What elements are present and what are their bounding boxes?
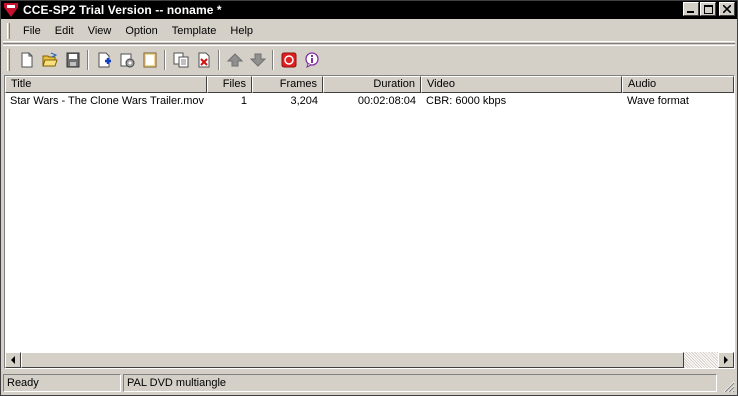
copy-button[interactable]: [169, 49, 192, 71]
menu-template[interactable]: Template: [165, 22, 224, 40]
toolbar-divider: [164, 49, 166, 70]
close-icon: [723, 5, 731, 13]
row-duration: 00:02:08:04: [357, 95, 416, 107]
scroll-right-button[interactable]: [718, 352, 734, 368]
move-up-button[interactable]: [223, 49, 246, 71]
settings-button[interactable]: [115, 49, 138, 71]
open-icon: [41, 52, 58, 66]
record-icon: [281, 52, 296, 67]
menu-file[interactable]: File: [16, 22, 48, 40]
menu-help[interactable]: Help: [223, 22, 260, 40]
menu-edit[interactable]: Edit: [48, 22, 81, 40]
save-button[interactable]: [61, 49, 84, 71]
row-audio: Wave format: [627, 95, 689, 107]
column-title[interactable]: Title: [5, 76, 207, 93]
maximize-button[interactable]: [700, 2, 716, 16]
record-button[interactable]: [277, 49, 300, 71]
column-frames[interactable]: Frames: [252, 76, 323, 93]
minimize-button[interactable]: [683, 2, 699, 16]
move-down-button[interactable]: [246, 49, 269, 71]
menu-option[interactable]: Option: [118, 22, 164, 40]
add-icon: [98, 52, 111, 67]
status-text: Ready: [3, 374, 121, 392]
notepad-icon: [143, 52, 156, 67]
column-duration[interactable]: Duration: [323, 76, 421, 93]
resize-grip-icon[interactable]: [721, 379, 735, 393]
column-video[interactable]: Video: [421, 76, 622, 93]
menu-bar: File Edit View Option Template Help: [3, 21, 735, 42]
delete-icon: [198, 52, 209, 67]
arrow-right-icon: [724, 356, 728, 364]
move-up-icon: [226, 52, 243, 66]
menu-view[interactable]: View: [81, 22, 119, 40]
toolbar: [3, 45, 735, 73]
new-button[interactable]: [15, 49, 38, 71]
file-list[interactable]: Title Files Frames Duration Video Audio …: [4, 75, 735, 369]
status-bar: Ready PAL DVD multiangle: [3, 373, 735, 393]
arrow-left-icon: [11, 356, 15, 364]
new-icon: [21, 52, 32, 67]
toolbar-divider: [218, 49, 220, 70]
column-files[interactable]: Files: [207, 76, 252, 93]
row-video: CBR: 6000 kbps: [426, 95, 507, 107]
scroll-left-button[interactable]: [5, 352, 21, 368]
horizontal-scrollbar[interactable]: [5, 352, 734, 368]
copy-icon: [173, 52, 188, 67]
open-button[interactable]: [38, 49, 61, 71]
add-button[interactable]: [92, 49, 115, 71]
menubar-grip[interactable]: [7, 23, 10, 39]
minimize-icon: [687, 11, 694, 13]
row-files: 1: [240, 95, 247, 107]
app-window: CCE-SP2 Trial Version -- noname * File E…: [0, 0, 738, 396]
settings-icon: [120, 53, 134, 67]
delete-button[interactable]: [192, 49, 215, 71]
window-title: CCE-SP2 Trial Version -- noname *: [23, 3, 222, 17]
status-mode: PAL DVD multiangle: [123, 374, 717, 392]
notepad-button[interactable]: [138, 49, 161, 71]
toolbar-separator: [3, 43, 735, 44]
app-logo-icon[interactable]: [3, 2, 19, 18]
column-audio[interactable]: Audio: [622, 76, 734, 93]
title-bar[interactable]: CCE-SP2 Trial Version -- noname *: [1, 1, 737, 19]
info-icon: [304, 51, 319, 68]
save-icon: [66, 52, 79, 67]
row-frames: 3,204: [290, 95, 318, 107]
window-controls: [683, 2, 735, 16]
list-header: Title Files Frames Duration Video Audio: [5, 76, 734, 93]
toolbar-grip[interactable]: [7, 48, 10, 71]
scroll-thumb[interactable]: [21, 352, 684, 368]
scroll-track[interactable]: [21, 352, 718, 368]
close-button[interactable]: [719, 2, 735, 16]
toolbar-divider: [87, 49, 89, 70]
toolbar-divider: [272, 49, 274, 70]
maximize-icon: [703, 4, 713, 14]
move-down-icon: [249, 53, 266, 67]
row-title: Star Wars - The Clone Wars Trailer.mov: [10, 95, 204, 107]
info-button[interactable]: [300, 49, 323, 71]
list-row[interactable]: Star Wars - The Clone Wars Trailer.mov 1…: [5, 93, 734, 110]
